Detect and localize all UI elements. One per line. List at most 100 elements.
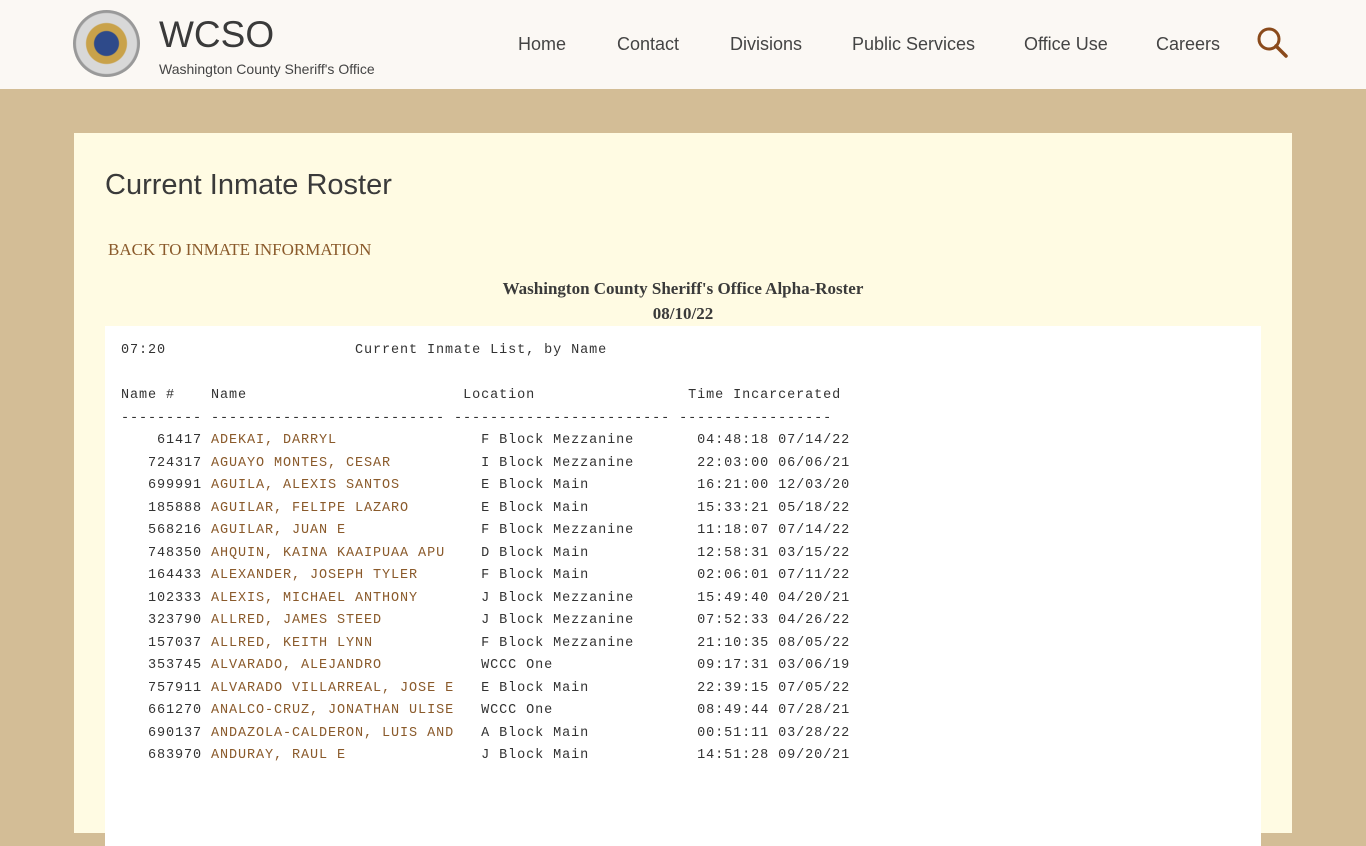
table-row: 323790 ALLRED, JAMES STEED J Block Mezza…	[121, 610, 850, 633]
site-header: WCSO Washington County Sheriff's Office …	[0, 0, 1366, 89]
table-row: 164433 ALEXANDER, JOSEPH TYLER F Block M…	[121, 565, 850, 588]
inmate-number: 699991	[121, 478, 203, 493]
inmate-name-link[interactable]: ANDAZOLA-CALDERON, LUIS AND	[211, 726, 454, 741]
table-row: 185888 AGUILAR, FELIPE LAZARO E Block Ma…	[121, 498, 850, 521]
table-row: 157037 ALLRED, KEITH LYNN F Block Mezzan…	[121, 633, 850, 656]
inmate-location: F Block Mezzanine	[481, 523, 698, 538]
inmate-name-link[interactable]: AGUILAR, FELIPE LAZARO	[211, 501, 409, 516]
inmate-name-link[interactable]: ALLRED, JAMES STEED	[211, 613, 382, 628]
inmate-name-link[interactable]: ALVARADO, ALEJANDRO	[211, 658, 382, 673]
roster-listing: 07:20 Current Inmate List, by Name Name …	[105, 326, 1261, 846]
incarceration-time: 16:21:00 12/03/20	[697, 478, 851, 493]
inmate-location: J Block Mezzanine	[481, 590, 698, 606]
inmate-location: WCCC One	[481, 658, 698, 673]
incarceration-time: 07:52:33 04/26/22	[697, 613, 851, 628]
report-time: 07:20	[121, 343, 356, 358]
inmate-name-link[interactable]: AGUILAR, JUAN E	[211, 523, 346, 538]
report-heading: Current Inmate List, by Name	[355, 343, 608, 358]
page-title: Current Inmate Roster	[105, 169, 392, 201]
roster-text: 07:20 Current Inmate List, by Name Name …	[121, 340, 850, 768]
inmate-number: 568216	[121, 523, 203, 538]
nav-office-use[interactable]: Office Use	[1024, 34, 1108, 55]
incarceration-time: 00:51:11 03/28/22	[697, 725, 851, 741]
incarceration-time: 21:10:35 08/05/22	[697, 635, 851, 651]
incarceration-time: 22:39:15 07/05/22	[697, 680, 851, 696]
table-row: 748350 AHQUIN, KAINA KAAIPUAA APU D Bloc…	[121, 543, 850, 566]
table-row: 568216 AGUILAR, JUAN E F Block Mezzanine…	[121, 520, 850, 543]
inmate-number: 661270	[121, 703, 203, 718]
inmate-name-link[interactable]: ALEXANDER, JOSEPH TYLER	[211, 568, 418, 583]
table-row: 699991 AGUILA, ALEXIS SANTOS E Block Mai…	[121, 475, 850, 498]
report-header-line: 07:20 Current Inmate List, by Name	[121, 340, 850, 363]
back-to-inmate-information-link[interactable]: BACK TO INMATE INFORMATION	[108, 240, 371, 260]
sheriff-badge-logo[interactable]	[73, 10, 140, 77]
inmate-name-link[interactable]: ALEXIS, MICHAEL ANTHONY	[211, 591, 418, 606]
incarceration-time: 09:17:31 03/06/19	[697, 658, 851, 673]
inmate-number: 683970	[121, 748, 203, 763]
inmate-number: 724317	[121, 455, 203, 471]
column-header-time: Time Incarcerated	[688, 388, 842, 403]
nav-home[interactable]: Home	[518, 34, 566, 55]
table-row: 683970 ANDURAY, RAUL E J Block Main 14:5…	[121, 745, 850, 768]
roster-title: Washington County Sheriff's Office Alpha…	[502, 279, 864, 298]
inmate-location: A Block Main	[481, 725, 698, 741]
inmate-number: 157037	[121, 635, 203, 651]
inmate-location: E Block Main	[481, 478, 698, 493]
inmate-number: 323790	[121, 613, 203, 628]
inmate-number: 61417	[121, 433, 203, 448]
inmate-number: 102333	[121, 590, 203, 606]
incarceration-time: 14:51:28 09/20/21	[697, 748, 851, 763]
inmate-number: 748350	[121, 545, 203, 561]
table-row: 102333 ALEXIS, MICHAEL ANTHONY J Block M…	[121, 588, 850, 611]
inmate-location: E Block Main	[481, 500, 698, 516]
inmate-name-link[interactable]: ADEKAI, DARRYL	[211, 433, 337, 448]
inmate-name-link[interactable]: AGUILA, ALEXIS SANTOS	[211, 478, 400, 493]
inmate-location: F Block Mezzanine	[481, 433, 698, 448]
site-brand[interactable]: WCSO	[159, 14, 274, 56]
search-icon[interactable]	[1256, 26, 1288, 58]
inmate-number: 690137	[121, 725, 203, 741]
incarceration-time: 02:06:01 07/11/22	[697, 568, 851, 583]
column-header-number: Name #	[121, 388, 212, 403]
incarceration-time: 12:58:31 03/15/22	[697, 545, 851, 561]
inmate-location: J Block Mezzanine	[481, 613, 698, 628]
roster-date: 08/10/22	[652, 304, 714, 323]
inmate-name-link[interactable]: ALVARADO VILLARREAL, JOSE E	[211, 681, 454, 696]
inmate-location: E Block Main	[481, 680, 698, 696]
inmate-location: F Block Main	[481, 568, 698, 583]
column-headers: Name # Name Location Time Incarcerated	[121, 385, 850, 408]
content-panel: Current Inmate Roster BACK TO INMATE INF…	[74, 133, 1292, 846]
site-subtitle: Washington County Sheriff's Office	[159, 61, 375, 77]
incarceration-time: 15:49:40 04/20/21	[697, 590, 851, 606]
nav-careers[interactable]: Careers	[1156, 34, 1220, 55]
nav-public-services[interactable]: Public Services	[852, 34, 975, 55]
table-row: 353745 ALVARADO, ALEJANDRO WCCC One 09:1…	[121, 655, 850, 678]
table-row: 724317 AGUAYO MONTES, CESAR I Block Mezz…	[121, 453, 850, 476]
header-divider: --------- -------------------------- ---…	[121, 410, 833, 426]
incarceration-time: 22:03:00 06/06/21	[697, 455, 851, 471]
column-header-location: Location	[463, 388, 689, 403]
inmate-name-link[interactable]: ALLRED, KEITH LYNN	[211, 636, 373, 651]
inmate-number: 353745	[121, 658, 203, 673]
table-row: 661270 ANALCO-CRUZ, JONATHAN ULISE WCCC …	[121, 700, 850, 723]
table-row: 61417 ADEKAI, DARRYL F Block Mezzanine 0…	[121, 430, 850, 453]
incarceration-time: 04:48:18 07/14/22	[697, 433, 851, 448]
inmate-location: WCCC One	[481, 703, 698, 718]
table-row: 757911 ALVARADO VILLARREAL, JOSE E E Blo…	[121, 678, 850, 701]
incarceration-time: 11:18:07 07/14/22	[697, 523, 851, 538]
inmate-name-link[interactable]: ANDURAY, RAUL E	[211, 748, 346, 763]
inmate-number: 757911	[121, 680, 203, 696]
incarceration-time: 08:49:44 07/28/21	[697, 703, 851, 718]
inmate-location: F Block Mezzanine	[481, 635, 698, 651]
inmate-location: J Block Main	[481, 748, 698, 763]
nav-divisions[interactable]: Divisions	[730, 34, 802, 55]
inmate-location: D Block Main	[481, 545, 698, 561]
nav-contact[interactable]: Contact	[617, 34, 679, 55]
inmate-name-link[interactable]: ANALCO-CRUZ, JONATHAN ULISE	[211, 703, 454, 718]
table-row: 690137 ANDAZOLA-CALDERON, LUIS AND A Blo…	[121, 723, 850, 746]
inmate-name-link[interactable]: AHQUIN, KAINA KAAIPUAA APU	[211, 546, 445, 561]
inmate-name-link[interactable]: AGUAYO MONTES, CESAR	[211, 456, 391, 471]
inmate-number: 185888	[121, 500, 203, 516]
inmate-number: 164433	[121, 568, 203, 583]
